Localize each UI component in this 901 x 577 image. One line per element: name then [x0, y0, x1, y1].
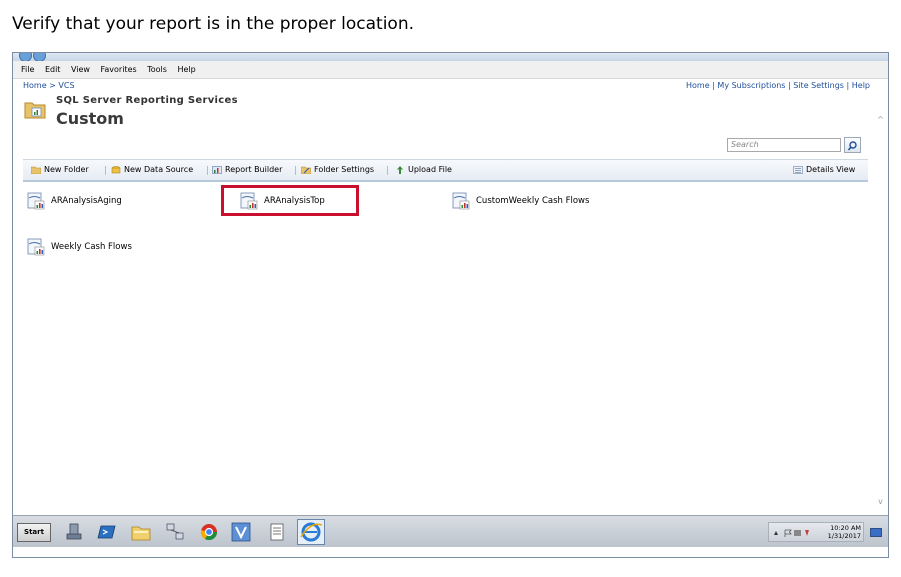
- upload-file-button[interactable]: Upload File: [395, 165, 452, 174]
- toolbar-divider: [295, 166, 296, 175]
- folder-settings-label: Folder Settings: [314, 165, 375, 174]
- new-folder-label: New Folder: [44, 165, 89, 174]
- report-item[interactable]: ARAnalysisAging: [27, 192, 122, 210]
- document-icon[interactable]: [267, 522, 287, 542]
- report-builder-button[interactable]: Report Builder: [212, 165, 282, 174]
- report-item[interactable]: Weekly Cash Flows: [27, 238, 132, 256]
- report-manager-page: Home > VCS Home | My Subscriptions | Sit…: [13, 79, 888, 515]
- report-icon: [27, 192, 45, 210]
- show-desktop-icon[interactable]: [870, 528, 882, 538]
- scroll-up-icon[interactable]: ^: [876, 115, 885, 124]
- new-folder-icon: [31, 166, 41, 174]
- visual-studio-icon[interactable]: [231, 522, 251, 542]
- clock-date: 1/31/2017: [827, 532, 861, 540]
- search-input[interactable]: Search: [727, 138, 841, 152]
- menu-help[interactable]: Help: [177, 65, 195, 74]
- taskbar: Start 10:20 AM 1/31/2017: [13, 515, 888, 548]
- folder-settings-icon: [301, 166, 311, 174]
- report-item[interactable]: CustomWeekly Cash Flows: [452, 192, 589, 210]
- app-name: SQL Server Reporting Services: [56, 95, 238, 106]
- menu-bar: File Edit View Favorites Tools Help: [13, 61, 888, 79]
- page-title: Custom: [56, 109, 124, 128]
- scroll-down-icon[interactable]: v: [876, 497, 885, 506]
- magnifier-icon: [847, 141, 857, 151]
- instruction-text: Verify that your report is in the proper…: [12, 14, 415, 34]
- report-icon: [452, 192, 470, 210]
- chrome-icon[interactable]: [199, 522, 219, 542]
- server-manager-icon[interactable]: [65, 522, 85, 542]
- menu-edit[interactable]: Edit: [45, 65, 61, 74]
- new-data-source-label: New Data Source: [124, 165, 194, 174]
- menu-favorites[interactable]: Favorites: [101, 65, 137, 74]
- network-icon[interactable]: [165, 522, 185, 542]
- upload-file-label: Upload File: [408, 165, 452, 174]
- search-button[interactable]: [844, 137, 861, 153]
- folder-toolbar: New Folder New Data Source Report Builde…: [23, 159, 868, 182]
- data-source-icon: [111, 165, 121, 173]
- folder-icon: [24, 102, 46, 119]
- top-links[interactable]: Home | My Subscriptions | Site Settings …: [686, 81, 870, 90]
- folder-settings-button[interactable]: Folder Settings: [301, 165, 374, 174]
- toolbar-divider: [207, 166, 208, 175]
- highlight-box: [221, 185, 359, 216]
- report-name[interactable]: Weekly Cash Flows: [51, 242, 132, 252]
- report-icon: [27, 238, 45, 256]
- details-view-button[interactable]: Details View: [793, 165, 855, 174]
- menu-file[interactable]: File: [21, 65, 34, 74]
- details-view-label: Details View: [806, 165, 856, 174]
- toolbar-divider: [387, 166, 388, 175]
- details-view-icon: [793, 165, 803, 174]
- upload-arrow-icon: [397, 165, 403, 174]
- report-name[interactable]: CustomWeekly Cash Flows: [476, 196, 589, 206]
- start-button[interactable]: Start: [17, 523, 51, 542]
- report-builder-label: Report Builder: [225, 165, 283, 174]
- report-name[interactable]: ARAnalysisAging: [51, 196, 122, 206]
- menu-tools[interactable]: Tools: [147, 65, 167, 74]
- internet-explorer-icon[interactable]: [297, 519, 325, 545]
- window-bottom: [13, 547, 888, 557]
- powershell-icon[interactable]: [97, 522, 117, 542]
- new-folder-button[interactable]: New Folder: [31, 165, 89, 174]
- toolbar-divider: [105, 166, 106, 175]
- breadcrumb[interactable]: Home > VCS: [23, 81, 75, 90]
- clock[interactable]: 10:20 AM 1/31/2017: [828, 524, 861, 540]
- explorer-folder-icon[interactable]: [131, 522, 151, 542]
- start-label: Start: [24, 528, 44, 536]
- tray-icons[interactable]: [773, 529, 813, 537]
- browser-window: File Edit View Favorites Tools Help Home…: [12, 52, 889, 558]
- title-bar: [13, 53, 888, 62]
- menu-view[interactable]: View: [71, 65, 90, 74]
- system-tray: 10:20 AM 1/31/2017: [768, 522, 864, 542]
- new-data-source-button[interactable]: New Data Source: [111, 165, 193, 174]
- clock-time: 10:20 AM: [830, 524, 861, 532]
- report-builder-icon: [212, 165, 222, 174]
